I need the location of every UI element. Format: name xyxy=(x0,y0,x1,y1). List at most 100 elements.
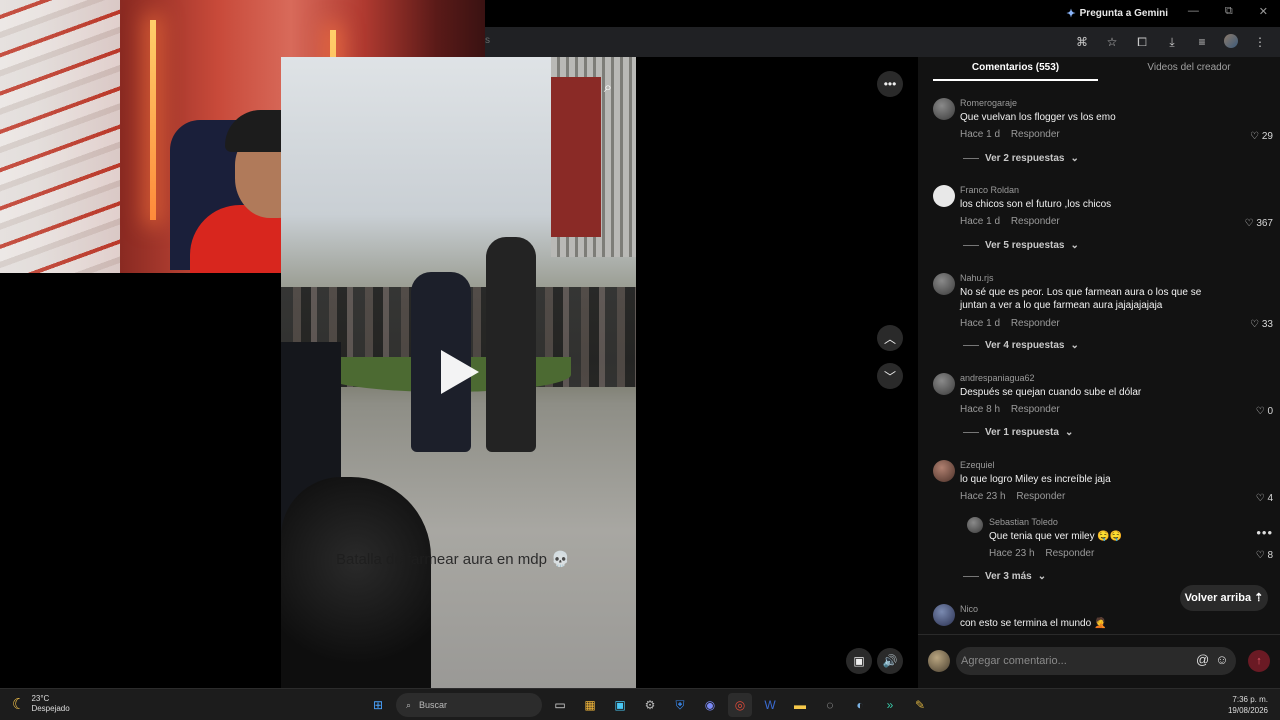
avatar[interactable] xyxy=(933,98,955,120)
close-button[interactable]: ✕ xyxy=(1259,5,1268,18)
gemini-button[interactable]: ✦ Pregunta a Gemini xyxy=(1066,7,1168,20)
browser-titlebar: ✦ Pregunta a Gemini — ⧉ ✕ xyxy=(485,0,1280,27)
notes-app-icon[interactable]: ✎ xyxy=(908,693,932,717)
recording-app-icon[interactable]: ◌ xyxy=(818,693,842,717)
task-view-icon[interactable]: ▭ xyxy=(548,693,572,717)
comment-user[interactable]: Nahu.rjs xyxy=(960,273,994,283)
view-replies-label: Ver 2 respuestas xyxy=(985,153,1065,164)
chevron-down-icon: ⌄ xyxy=(1070,153,1079,164)
photos-icon[interactable]: ▣ xyxy=(608,693,632,717)
more-options-icon[interactable]: ••• xyxy=(1256,525,1273,540)
view-replies-button[interactable]: Ver 4 respuestas ⌄ xyxy=(963,340,1079,351)
steam-icon[interactable]: ◐ xyxy=(848,693,872,717)
reply-button[interactable]: Responder xyxy=(1011,404,1060,415)
view-replies-button[interactable]: Ver 5 respuestas ⌄ xyxy=(963,240,1079,251)
settings-gear-icon[interactable]: ⚙ xyxy=(638,693,662,717)
restore-button[interactable]: ⧉ xyxy=(1225,5,1233,18)
chevron-down-icon: ⌄ xyxy=(1070,240,1079,251)
pip-icon[interactable]: ▣ xyxy=(846,648,872,674)
comment-input[interactable]: Agregar comentario... xyxy=(956,647,1236,675)
view-replies-label: Ver 5 respuestas xyxy=(985,240,1065,251)
view-replies-button[interactable]: Ver 2 respuestas ⌄ xyxy=(963,153,1079,164)
comment-user[interactable]: Romerogaraje xyxy=(960,98,1017,108)
download-icon[interactable]: ⤓ xyxy=(1164,34,1180,50)
play-icon[interactable] xyxy=(441,350,479,394)
profile-avatar[interactable] xyxy=(1224,34,1238,48)
view-replies-button[interactable]: Ver 1 respuesta ⌄ xyxy=(963,427,1073,438)
avatar[interactable] xyxy=(933,604,955,626)
windows-start-icon[interactable]: ⊞ xyxy=(366,693,390,717)
avatar[interactable] xyxy=(933,460,955,482)
tab-creator-videos[interactable]: Videos del creador xyxy=(1098,57,1280,81)
send-button[interactable]: ↑ xyxy=(1248,650,1270,672)
taskbar: ☾ 23°C Despejado ⊞ ⌕ Buscar ▭ ▦ ▣ ⚙ ⛨ ◉ ◎… xyxy=(0,688,1280,720)
temperature: 23°C xyxy=(31,694,50,703)
comment-user[interactable]: Sebastian Toledo xyxy=(989,517,1058,527)
comment-item: Nahu.rjs No sé que es peor. Los que farm… xyxy=(933,273,1273,363)
comment-user[interactable]: andrespaniagua62 xyxy=(960,373,1035,383)
system-clock[interactable]: 7:36 p. m. 19/08/2026 xyxy=(1228,694,1268,716)
like-button[interactable]: ♡ 33 xyxy=(1250,319,1273,330)
weather-widget[interactable]: ☾ 23°C Despejado xyxy=(12,694,70,714)
like-button[interactable]: ♡ 4 xyxy=(1256,493,1273,504)
comments-tabs: Comentarios (553) Videos del creador xyxy=(933,57,1280,81)
like-button[interactable]: ♡ 0 xyxy=(1256,406,1273,417)
previous-video-button[interactable]: ︿ xyxy=(877,325,903,351)
video-search-icon[interactable]: ⌕ xyxy=(597,77,619,99)
discord-icon[interactable]: ◉ xyxy=(698,693,722,717)
security-shield-icon[interactable]: ⛨ xyxy=(668,693,692,717)
media-icon[interactable]: ≡ xyxy=(1194,34,1210,50)
like-button[interactable]: ♡ 367 xyxy=(1245,218,1273,229)
clock-date: 19/08/2026 xyxy=(1227,706,1268,715)
chrome-icon[interactable]: ◎ xyxy=(728,693,752,717)
reply-button[interactable]: Responder xyxy=(1045,548,1094,559)
comment-meta: Hace 23 h Responder xyxy=(960,491,1073,502)
next-video-button[interactable]: ﹀ xyxy=(877,363,903,389)
extensions-icon[interactable]: ⧠ xyxy=(1134,34,1150,50)
taskbar-search[interactable]: ⌕ Buscar xyxy=(396,693,542,717)
mention-icon[interactable]: @ xyxy=(1196,652,1209,667)
avatar[interactable] xyxy=(933,185,955,207)
file-explorer-icon[interactable]: ▬ xyxy=(788,693,812,717)
like-button[interactable]: ♡ 8 xyxy=(1256,550,1273,561)
view-replies-label: Ver 3 más xyxy=(985,571,1032,582)
comment-time: Hace 1 d xyxy=(960,318,1001,329)
store-icon[interactable]: ▦ xyxy=(578,693,602,717)
word-icon[interactable]: W xyxy=(758,693,782,717)
like-count: 0 xyxy=(1267,406,1273,417)
video-foreground-head xyxy=(281,477,431,688)
reply-button[interactable]: Responder xyxy=(1016,491,1065,502)
avatar[interactable] xyxy=(967,517,983,533)
emoji-icon[interactable]: ☺ xyxy=(1215,652,1228,667)
video-player[interactable]: ⌕ Batalla de farmear aura en mdp 💀 xyxy=(281,57,636,688)
like-count: 367 xyxy=(1256,218,1273,229)
terminal-app-icon[interactable]: » xyxy=(878,693,902,717)
reply-button[interactable]: Responder xyxy=(1011,216,1060,227)
comment-item: Ezequiel lo que logro Miley es increíble… xyxy=(933,460,1273,590)
reply-button[interactable]: Responder xyxy=(1011,318,1060,329)
menu-dots-icon[interactable]: ⋮ xyxy=(1252,34,1268,50)
like-count: 4 xyxy=(1267,493,1273,504)
view-replies-button[interactable]: Ver 3 más ⌄ xyxy=(963,571,1046,582)
bookmark-star-icon[interactable]: ☆ xyxy=(1104,34,1120,50)
translate-icon[interactable]: ⌘ xyxy=(1074,34,1090,50)
comment-user[interactable]: Ezequiel xyxy=(960,460,995,470)
address-bar-edge[interactable]: s xyxy=(485,35,490,46)
comment-time: Hace 1 d xyxy=(960,129,1001,140)
comment-text: con esto se termina el mundo 🤦 xyxy=(960,618,1107,629)
comment-item: Nico con esto se termina el mundo 🤦 xyxy=(933,604,1273,634)
more-options-button[interactable]: ••• xyxy=(877,71,903,97)
tab-comments[interactable]: Comentarios (553) xyxy=(933,57,1098,81)
nested-reply: Sebastian Toledo Que tenia que ver miley… xyxy=(967,517,1273,562)
curtain-image xyxy=(0,0,120,273)
window-controls: — ⧉ ✕ xyxy=(1188,5,1268,18)
avatar[interactable] xyxy=(933,373,955,395)
comment-text: Que vuelvan los flogger vs los emo xyxy=(960,112,1116,123)
like-button[interactable]: ♡ 29 xyxy=(1250,131,1273,142)
reply-button[interactable]: Responder xyxy=(1011,129,1060,140)
comment-user[interactable]: Nico xyxy=(960,604,978,614)
minimize-button[interactable]: — xyxy=(1188,5,1199,18)
volume-icon[interactable]: 🔊 xyxy=(877,648,903,674)
avatar[interactable] xyxy=(933,273,955,295)
comment-user[interactable]: Franco Roldan xyxy=(960,185,1019,195)
